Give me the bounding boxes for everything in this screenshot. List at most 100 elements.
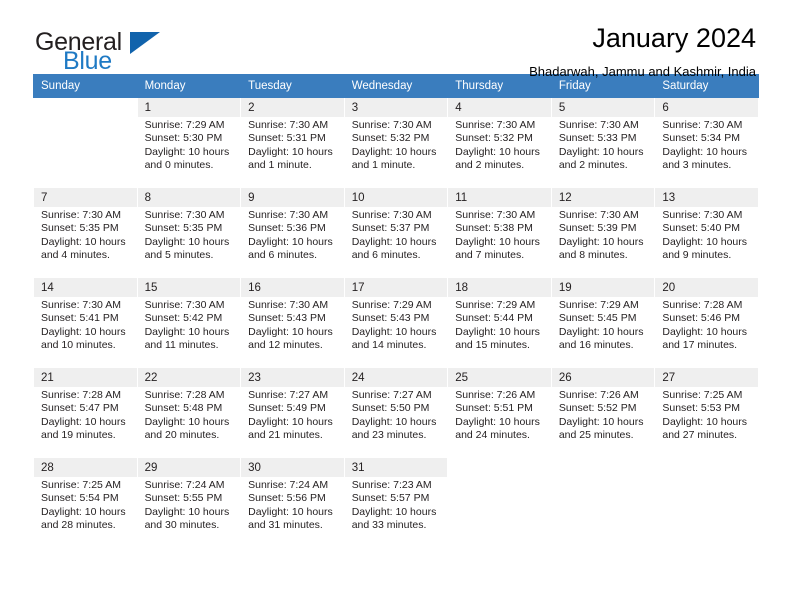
calendar-day-cell[interactable]: 7 Sunrise: 7:30 AM Sunset: 5:35 PM Daylight…	[33, 187, 138, 278]
day-detail-line: and 2 minutes.	[455, 159, 525, 172]
calendar-day-cell[interactable]: 16 Sunrise: 7:30 AM Sunset: 5:43 PM Dayligh…	[240, 277, 345, 368]
calendar-day-cell[interactable]: 9 Sunrise: 7:30 AM Sunset: 5:36 PM Daylight…	[240, 187, 345, 278]
day-details: Sunrise: 7:27 AM Sunset: 5:49 PM Daylight:…	[241, 387, 344, 443]
day-details: Sunrise: 7:26 AM Sunset: 5:52 PM Daylight:…	[552, 387, 655, 443]
calendar-day-cell[interactable]: 8 Sunrise: 7:30 AM Sunset: 5:35 PM Daylight…	[136, 187, 242, 278]
day-number: 28	[34, 458, 137, 477]
day-detail-line: Daylight: 10 hours	[662, 325, 748, 338]
day-number: 21	[34, 368, 137, 387]
calendar-day-cell[interactable]: 6 Sunrise: 7:30 AM Sunset: 5:34 PM Daylight…	[654, 97, 759, 188]
day-detail-line: Sunset: 5:48 PM	[144, 402, 223, 415]
day-detail-line: and 8 minutes.	[558, 249, 628, 262]
page-subtitle: Bhadarwah, Jammu and Kashmir, India	[529, 64, 756, 79]
day-detail-line: Daylight: 10 hours	[248, 325, 333, 338]
calendar-day-cell[interactable]: 12 Sunrise: 7:30 AM Sunset: 5:39 PM Dayligh…	[550, 187, 656, 278]
day-detail-line: Sunset: 5:35 PM	[144, 222, 223, 235]
calendar-day-cell[interactable]: 13 Sunrise: 7:30 AM Sunset: 5:40 PM Dayligh…	[654, 187, 759, 278]
calendar-cell-empty	[550, 457, 656, 547]
day-detail-line: and 27 minutes.	[662, 429, 738, 442]
day-detail-line: and 9 minutes.	[662, 249, 732, 262]
calendar-day-cell[interactable]: 25 Sunrise: 7:26 AM Sunset: 5:51 PM Dayligh…	[447, 367, 552, 458]
day-detail-line: and 1 minute.	[351, 159, 416, 172]
calendar-cell-empty	[33, 97, 138, 188]
day-detail-line: Sunrise: 7:30 AM	[248, 119, 329, 131]
day-detail-line: Daylight: 10 hours	[662, 145, 748, 158]
day-details: Sunrise: 7:24 AM Sunset: 5:56 PM Daylight:…	[241, 477, 344, 533]
calendar-week-row: 28 Sunrise: 7:25 AM Sunset: 5:54 PM Dayligh…	[33, 457, 759, 547]
day-detail-line: Sunrise: 7:26 AM	[558, 389, 639, 401]
calendar-day-cell[interactable]: 15 Sunrise: 7:30 AM Sunset: 5:42 PM Dayligh…	[136, 277, 242, 368]
calendar-day-cell[interactable]: 28 Sunrise: 7:25 AM Sunset: 5:54 PM Dayligh…	[33, 457, 138, 547]
calendar-day-cell[interactable]: 27 Sunrise: 7:25 AM Sunset: 5:53 PM Dayligh…	[654, 367, 759, 458]
calendar-day-cell[interactable]: 30 Sunrise: 7:24 AM Sunset: 5:56 PM Dayligh…	[240, 457, 345, 547]
day-detail-line: Sunset: 5:33 PM	[558, 132, 637, 145]
calendar-day-cell[interactable]: 11 Sunrise: 7:30 AM Sunset: 5:38 PM Dayligh…	[447, 187, 552, 278]
day-detail-line: Daylight: 10 hours	[455, 415, 540, 428]
calendar-day-cell[interactable]: 29 Sunrise: 7:24 AM Sunset: 5:55 PM Dayligh…	[136, 457, 242, 547]
day-detail-line: and 20 minutes.	[144, 429, 220, 442]
day-detail-line: Sunset: 5:43 PM	[351, 312, 430, 325]
calendar-day-cell[interactable]: 5 Sunrise: 7:30 AM Sunset: 5:33 PM Daylight…	[550, 97, 656, 188]
day-detail-line: Sunrise: 7:26 AM	[455, 389, 536, 401]
calendar-page: General Blue January 2024 Bhadarwah, Jam…	[0, 0, 792, 612]
day-number: 19	[551, 278, 655, 297]
day-number: 29	[137, 458, 241, 477]
day-detail-line: Sunrise: 7:27 AM	[248, 389, 329, 401]
day-detail-line: Sunrise: 7:28 AM	[144, 389, 225, 401]
day-detail-line: Sunrise: 7:30 AM	[558, 209, 639, 221]
day-detail-line: and 0 minutes.	[144, 159, 214, 172]
calendar-day-cell[interactable]: 3 Sunrise: 7:30 AM Sunset: 5:32 PM Daylight…	[343, 97, 449, 188]
calendar-day-cell[interactable]: 1 Sunrise: 7:29 AM Sunset: 5:30 PM Daylight…	[136, 97, 242, 188]
day-details: Sunrise: 7:27 AM Sunset: 5:50 PM Daylight:…	[345, 387, 448, 443]
day-detail-line: and 17 minutes.	[662, 339, 738, 352]
calendar-day-cell[interactable]: 24 Sunrise: 7:27 AM Sunset: 5:50 PM Dayligh…	[343, 367, 449, 458]
calendar-day-cell[interactable]: 22 Sunrise: 7:28 AM Sunset: 5:48 PM Dayligh…	[136, 367, 242, 458]
day-detail-line: Daylight: 10 hours	[144, 415, 230, 428]
day-number: 18	[448, 278, 551, 297]
day-detail-line: Sunset: 5:56 PM	[248, 492, 326, 505]
day-detail-line: and 6 minutes.	[248, 249, 318, 262]
calendar-week-row: 14 Sunrise: 7:30 AM Sunset: 5:41 PM Dayligh…	[33, 277, 759, 368]
calendar-day-cell[interactable]: 14 Sunrise: 7:30 AM Sunset: 5:41 PM Dayligh…	[33, 277, 138, 368]
calendar-day-cell[interactable]: 4 Sunrise: 7:30 AM Sunset: 5:32 PM Daylight…	[447, 97, 552, 188]
day-detail-line: Daylight: 10 hours	[558, 325, 644, 338]
day-detail-line: and 28 minutes.	[41, 519, 116, 532]
empty-cell-spacer	[448, 458, 551, 477]
day-number: 26	[551, 368, 655, 387]
day-detail-line: Sunrise: 7:30 AM	[351, 119, 432, 131]
calendar-day-cell[interactable]: 17 Sunrise: 7:29 AM Sunset: 5:43 PM Dayligh…	[343, 277, 449, 368]
calendar-day-cell[interactable]: 10 Sunrise: 7:30 AM Sunset: 5:37 PM Dayligh…	[343, 187, 449, 278]
calendar-grid: Sunday Monday Tuesday Wednesday Thursday Frid…	[33, 74, 759, 547]
day-details: Sunrise: 7:30 AM Sunset: 5:43 PM Daylight:…	[241, 297, 344, 353]
empty-cell-spacer	[551, 458, 655, 477]
day-detail-line: Sunset: 5:35 PM	[41, 222, 119, 235]
brand-logo[interactable]: General Blue	[35, 28, 245, 75]
calendar-day-cell[interactable]: 31 Sunrise: 7:23 AM Sunset: 5:57 PM Dayligh…	[343, 457, 449, 547]
calendar-day-cell[interactable]: 21 Sunrise: 7:28 AM Sunset: 5:47 PM Dayligh…	[33, 367, 138, 458]
day-detail-line: and 7 minutes.	[455, 249, 525, 262]
day-detail-line: Daylight: 10 hours	[41, 325, 126, 338]
weekday-header-wednesday: Wednesday	[343, 74, 449, 98]
calendar-day-cell[interactable]: 19 Sunrise: 7:29 AM Sunset: 5:45 PM Dayligh…	[550, 277, 656, 368]
calendar-day-cell[interactable]: 26 Sunrise: 7:26 AM Sunset: 5:52 PM Dayligh…	[550, 367, 656, 458]
day-detail-line: Sunrise: 7:30 AM	[662, 209, 743, 221]
day-detail-line: Sunset: 5:52 PM	[558, 402, 637, 415]
day-detail-line: and 24 minutes.	[455, 429, 530, 442]
day-detail-line: and 25 minutes.	[558, 429, 634, 442]
day-number: 13	[655, 188, 758, 207]
day-number: 25	[448, 368, 551, 387]
day-details: Sunrise: 7:30 AM Sunset: 5:32 PM Daylight:…	[345, 117, 448, 173]
calendar-day-cell[interactable]: 23 Sunrise: 7:27 AM Sunset: 5:49 PM Dayligh…	[240, 367, 345, 458]
day-number: 22	[137, 368, 241, 387]
calendar-week-row: 1 Sunrise: 7:29 AM Sunset: 5:30 PM Daylight…	[33, 97, 759, 188]
day-details: Sunrise: 7:30 AM Sunset: 5:37 PM Daylight:…	[345, 207, 448, 263]
day-detail-line: Daylight: 10 hours	[144, 145, 230, 158]
calendar-day-cell[interactable]: 18 Sunrise: 7:29 AM Sunset: 5:44 PM Dayligh…	[447, 277, 552, 368]
calendar-day-cell[interactable]: 20 Sunrise: 7:28 AM Sunset: 5:46 PM Dayligh…	[654, 277, 759, 368]
page-header: General Blue January 2024 Bhadarwah, Jam…	[33, 0, 759, 79]
calendar-day-cell[interactable]: 2 Sunrise: 7:30 AM Sunset: 5:31 PM Daylight…	[240, 97, 345, 188]
day-detail-line: Sunrise: 7:25 AM	[41, 479, 121, 491]
day-number: 31	[344, 458, 448, 477]
day-detail-line: and 5 minutes.	[144, 249, 214, 262]
day-detail-line: Sunset: 5:49 PM	[248, 402, 326, 415]
